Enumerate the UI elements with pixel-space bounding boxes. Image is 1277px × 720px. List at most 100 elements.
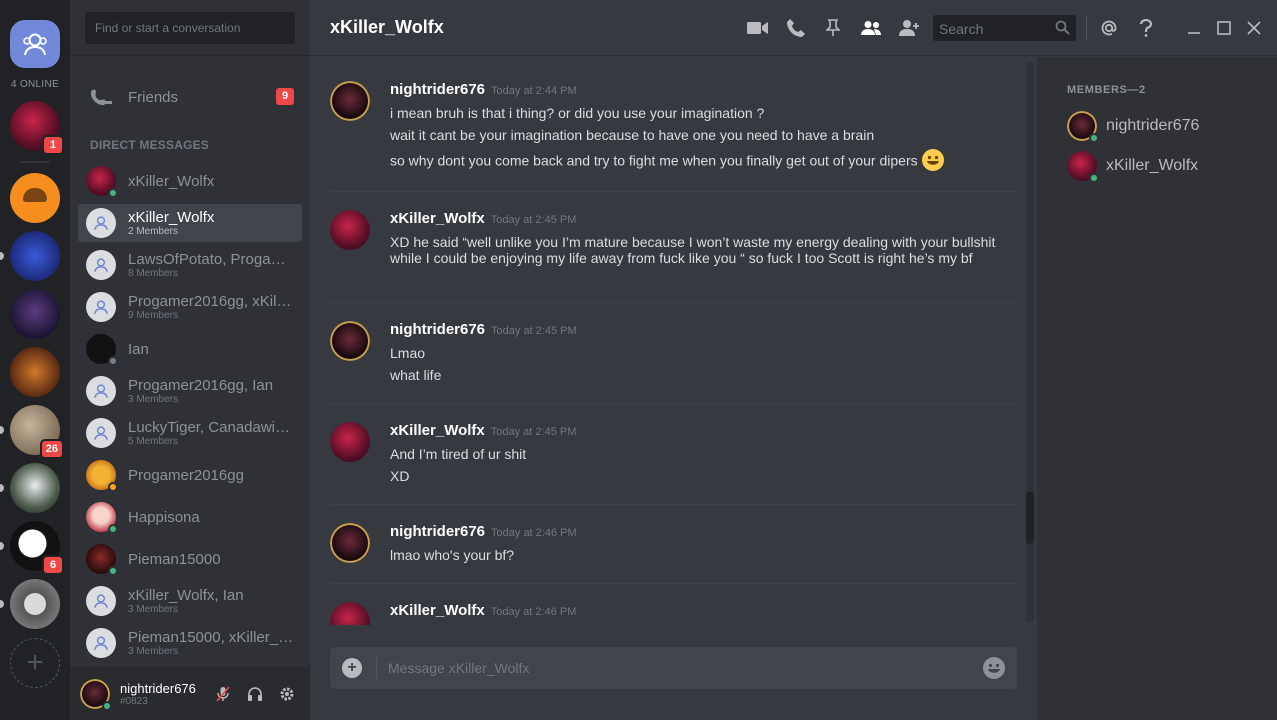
headphones-icon[interactable] (246, 685, 264, 703)
home-button[interactable] (10, 20, 60, 68)
message-divider (330, 191, 1016, 192)
dm-item[interactable]: LawsOfPotato, Progame... 8 Members (78, 246, 302, 284)
upload-plus-icon[interactable]: + (342, 658, 362, 678)
maximize-window-icon[interactable] (1213, 18, 1235, 38)
dm-member-count: 8 Members (128, 267, 179, 279)
avatar[interactable] (80, 678, 112, 711)
guild-icon-8[interactable]: 6 (10, 521, 62, 573)
phone-call-icon[interactable] (785, 18, 807, 38)
minimize-window-icon[interactable] (1183, 18, 1205, 38)
dm-item[interactable]: Happisona (78, 498, 302, 536)
add-friend-to-dm-icon[interactable] (898, 18, 920, 38)
avatar (86, 502, 118, 534)
message-author[interactable]: nightrider676 (390, 321, 485, 338)
avatar[interactable] (330, 422, 370, 462)
message-text: And I’m tired of ur shit (390, 446, 527, 462)
message-author[interactable]: nightrider676 (390, 523, 485, 540)
avatar (1067, 111, 1099, 143)
message-author[interactable]: xKiller_Wolfx (390, 422, 485, 439)
dm-name: Pieman15000, xKiller_W... (128, 628, 294, 646)
pin-icon[interactable] (822, 18, 844, 38)
group-dm-icon (86, 292, 116, 322)
dm-item[interactable]: Progamer2016gg, Ian 3 Members (78, 372, 302, 410)
message-author[interactable]: nightrider676 (390, 81, 485, 98)
unread-pill (0, 600, 4, 608)
member-name: nightrider676 (1106, 117, 1200, 134)
dm-item-active[interactable]: xKiller_Wolfx 2 Members (78, 204, 302, 242)
avatar[interactable] (330, 210, 370, 250)
dm-member-count: 3 Members (128, 603, 179, 615)
message-divider (330, 403, 1016, 404)
guild-icon-the-shit-show[interactable] (10, 173, 60, 223)
avatar (86, 544, 118, 576)
dm-name: LawsOfPotato, Progame... (128, 250, 294, 268)
member-list-icon[interactable] (860, 18, 882, 38)
member-item[interactable]: nightrider676 (1067, 110, 1267, 143)
member-list: MEMBERS—2 nightrider676 xKiller_Wolfx (1037, 57, 1277, 720)
emoji-picker-icon[interactable] (983, 657, 1005, 679)
divider (376, 657, 377, 679)
dm-item[interactable]: xKiller_Wolfx, Ian 3 Members (78, 582, 302, 620)
user-discriminator: #0823 (120, 695, 148, 707)
message-input[interactable]: Message xKiller_Wolfx (388, 660, 529, 676)
avatar (86, 334, 118, 366)
video-call-icon[interactable] (747, 18, 769, 38)
guild-icon-6[interactable]: 26 (10, 405, 62, 457)
avatar[interactable] (330, 523, 370, 563)
scrollbar-thumb[interactable] (1026, 492, 1034, 544)
status-online-icon (102, 700, 112, 711)
search-input[interactable]: Search (933, 15, 1076, 41)
guild-icon-9[interactable] (10, 579, 60, 629)
dm-search-input[interactable]: Find or start a conversation (85, 12, 295, 44)
help-icon[interactable] (1135, 18, 1157, 38)
guild-icon-7[interactable] (10, 463, 60, 513)
message-author[interactable]: xKiller_Wolfx (390, 210, 485, 227)
unread-pill (0, 542, 4, 550)
add-server-button[interactable]: + (10, 638, 60, 688)
dm-name: xKiller_Wolfx (128, 208, 215, 226)
message-author[interactable]: xKiller_Wolfx (390, 602, 485, 619)
group-dm-icon (86, 250, 116, 280)
group-dm-icon (86, 628, 116, 658)
dm-item[interactable]: LuckyTiger, Canadawize... 5 Members (78, 414, 302, 452)
dm-item[interactable]: Ian (78, 330, 302, 368)
friends-icon (90, 89, 112, 106)
guild-icon-league[interactable] (10, 347, 60, 397)
avatar[interactable] (330, 321, 370, 361)
dm-item[interactable]: Pieman15000 (78, 540, 302, 578)
status-online-icon (108, 188, 118, 198)
dm-item[interactable]: Progamer2016gg, xKille... 9 Members (78, 288, 302, 326)
dm-item[interactable]: xKiller_Wolfx (78, 162, 302, 200)
dm-member-count: 3 Members (128, 645, 179, 657)
mute-microphone-icon[interactable] (214, 685, 232, 703)
chat-header: xKiller_Wolfx Search (310, 0, 1277, 56)
friends-button[interactable]: Friends 9 (78, 76, 302, 118)
guild-icon-holy-karp[interactable] (10, 231, 60, 281)
avatar[interactable] (330, 602, 370, 625)
guild-icon-1[interactable]: 1 (10, 101, 62, 153)
unread-pill (0, 252, 4, 260)
avatar (86, 460, 118, 492)
message-text-with-emoji: so why dont you come back and try to fig… (390, 149, 1000, 173)
dm-item[interactable]: Progamer2016gg (78, 456, 302, 494)
unread-pill (0, 484, 4, 492)
member-item[interactable]: xKiller_Wolfx (1067, 150, 1267, 183)
message-composer[interactable]: + Message xKiller_Wolfx (330, 647, 1017, 689)
mentions-icon[interactable] (1098, 18, 1120, 38)
direct-messages-header: DIRECT MESSAGES (90, 138, 210, 152)
avatar (86, 166, 118, 198)
message-text: so why dont you come back and try to fig… (390, 152, 918, 169)
dm-name: LuckyTiger, Canadawize... (128, 418, 294, 436)
dm-name: xKiller_Wolfx (128, 172, 215, 190)
message-text: Lmao (390, 345, 426, 361)
message-text: XD (390, 468, 410, 484)
dm-item[interactable]: Pieman15000, xKiller_W... 3 Members (78, 624, 302, 662)
dm-name: Happisona (128, 508, 200, 526)
message-divider (330, 583, 1016, 584)
gear-icon[interactable] (278, 685, 296, 703)
members-header: MEMBERS—2 (1067, 84, 1146, 96)
avatar[interactable] (330, 81, 370, 121)
guild-icon-4[interactable] (10, 289, 60, 339)
member-name: xKiller_Wolfx (1106, 157, 1199, 174)
close-window-icon[interactable] (1243, 18, 1265, 38)
